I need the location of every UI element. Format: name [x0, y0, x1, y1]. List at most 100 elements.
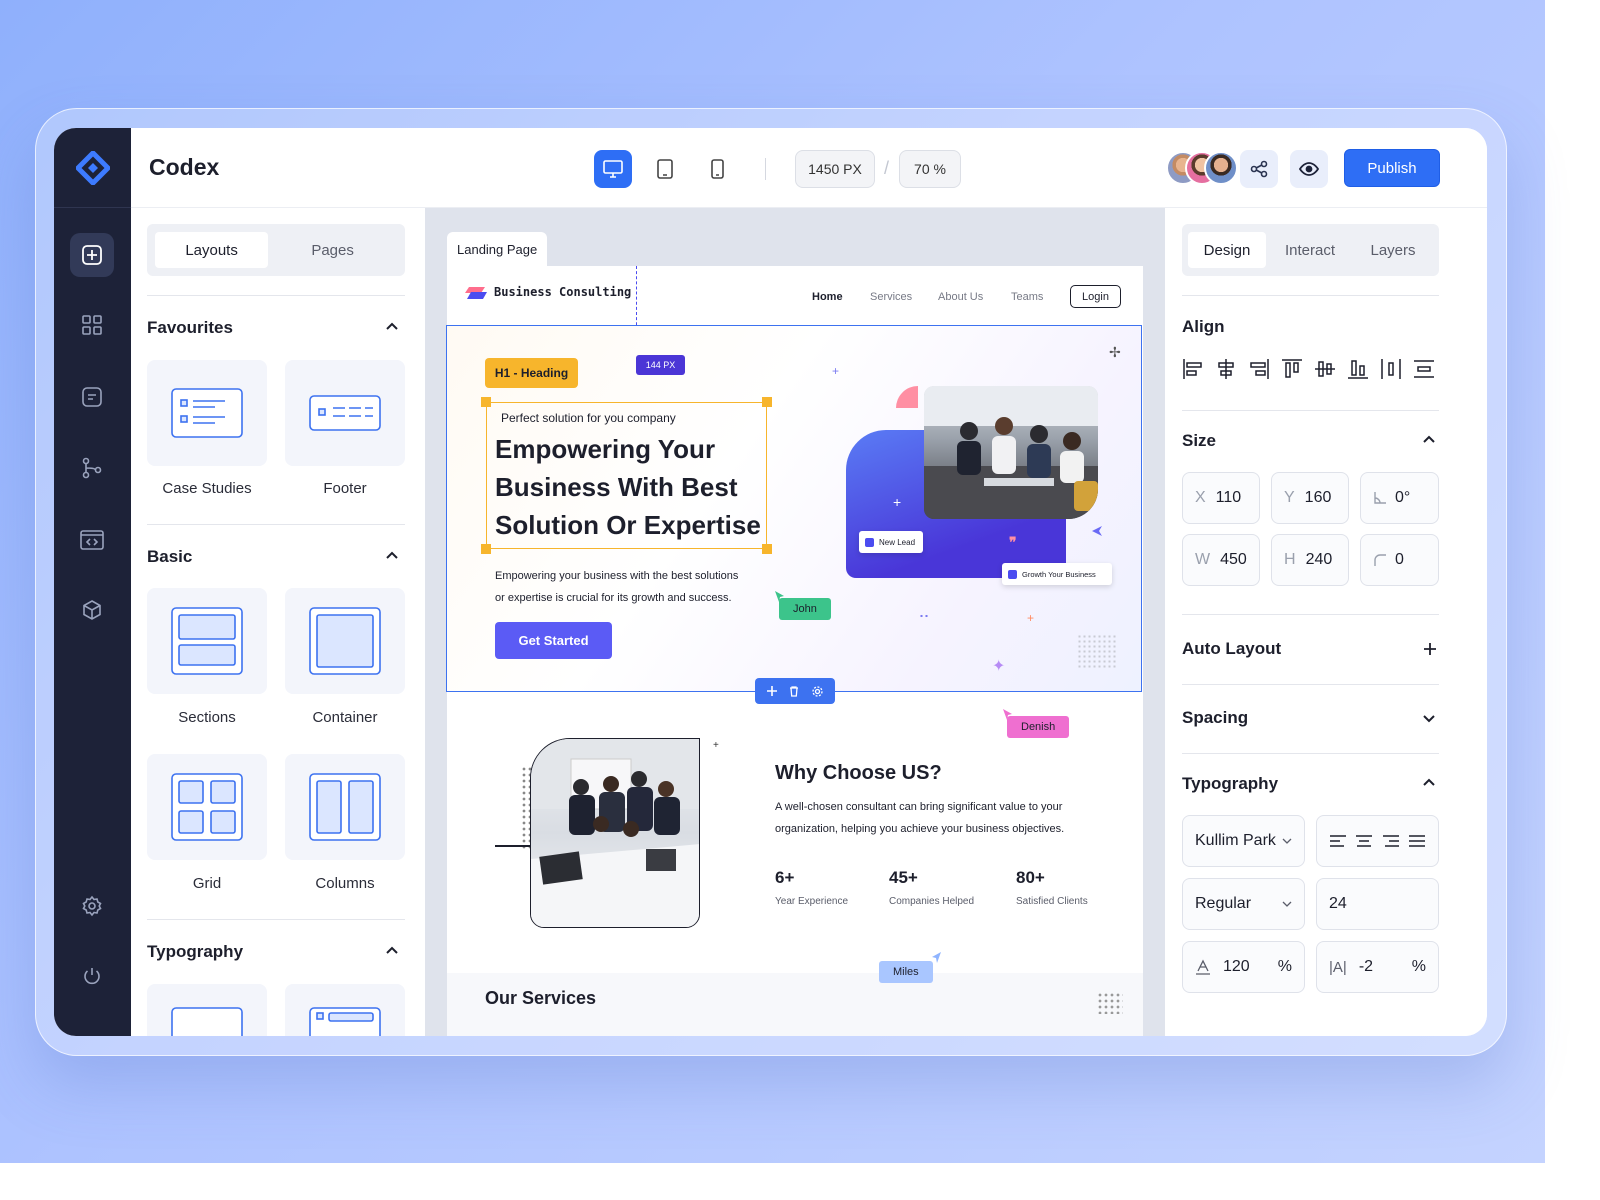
grid-tile[interactable] — [147, 754, 267, 860]
chevron-up-icon[interactable] — [385, 320, 399, 334]
sections-label: Sections — [178, 709, 236, 726]
logo-icon[interactable] — [54, 128, 131, 208]
x-field[interactable]: X 110 — [1182, 472, 1260, 524]
typography-title: Typography — [147, 942, 244, 961]
sections-tile[interactable] — [147, 588, 267, 694]
align-toolbar — [1182, 358, 1442, 384]
align-left-icon[interactable] — [1182, 358, 1204, 380]
typography-tile[interactable] — [285, 984, 405, 1036]
sparkle-icon: ✢ — [1109, 344, 1121, 360]
code-icon[interactable] — [70, 518, 114, 562]
sparkle-icon: + — [893, 494, 902, 510]
grid-label: Grid — [192, 875, 222, 892]
y-field[interactable]: Y 160 — [1271, 472, 1349, 524]
nav-home[interactable]: Home — [812, 291, 843, 303]
resize-handle[interactable] — [762, 544, 772, 554]
distribute-horizontal-icon[interactable] — [1380, 358, 1402, 380]
align-middle-icon[interactable] — [1314, 358, 1336, 380]
collaborator-avatars[interactable] — [1166, 151, 1238, 185]
notes-icon[interactable] — [70, 375, 114, 419]
resize-handle[interactable] — [481, 544, 491, 554]
font-weight-select[interactable]: Regular — [1182, 878, 1305, 930]
unit-label: % — [1277, 958, 1292, 975]
power-icon[interactable] — [70, 954, 114, 998]
tab-design[interactable]: Design — [1188, 232, 1266, 268]
nav-services[interactable]: Services — [870, 291, 912, 303]
line-height-input[interactable]: 120 % — [1182, 941, 1305, 993]
hero-heading-line: Business With Best — [495, 472, 738, 502]
spacing-tag: 144 PX — [636, 355, 685, 375]
avatar[interactable] — [1204, 151, 1238, 185]
trash-icon[interactable] — [789, 685, 799, 697]
font-family-select[interactable]: Kullim Park — [1182, 815, 1305, 867]
resize-handle[interactable] — [481, 397, 491, 407]
h-value: 240 — [1305, 551, 1333, 568]
cube-icon[interactable] — [70, 588, 114, 632]
align-center-icon[interactable] — [1215, 358, 1237, 380]
chevron-up-icon[interactable] — [1422, 776, 1436, 790]
container-tile[interactable] — [285, 588, 405, 694]
case-studies-tile[interactable] — [147, 360, 267, 466]
align-right-icon[interactable] — [1248, 358, 1270, 380]
branch-icon[interactable] — [70, 446, 114, 490]
mobile-view-icon[interactable] — [698, 150, 736, 188]
settings-icon[interactable] — [70, 884, 114, 928]
unit-label: % — [1411, 958, 1426, 975]
canvas: Landing Page Business Consulting Home Se… — [425, 208, 1165, 1036]
columns-tile[interactable] — [285, 754, 405, 860]
typography-tile[interactable] — [147, 984, 267, 1036]
share-icon[interactable] — [1240, 150, 1278, 188]
zoom-input[interactable]: 70 % — [899, 150, 961, 188]
add-auto-layout-icon[interactable] — [1423, 642, 1437, 656]
distribute-vertical-icon[interactable] — [1413, 358, 1435, 380]
letter-spacing-input[interactable]: |A| -2 % — [1316, 941, 1439, 993]
chevron-up-icon[interactable] — [385, 549, 399, 563]
radius-field[interactable]: 0 — [1360, 534, 1439, 586]
decorative-triangle — [1092, 526, 1102, 536]
rotation-field[interactable]: 0° — [1360, 472, 1439, 524]
services-title[interactable]: Our Services — [485, 988, 596, 1009]
hero-section[interactable]: H1 - Heading 144 PX Perfect solution for… — [446, 325, 1142, 704]
chevron-up-icon[interactable] — [1422, 433, 1436, 447]
page-tab[interactable]: Landing Page — [447, 232, 548, 266]
quote-icon: ❞ — [1009, 534, 1017, 550]
chevron-up-icon[interactable] — [385, 944, 399, 958]
tab-interact[interactable]: Interact — [1266, 232, 1354, 268]
tab-layers[interactable]: Layers — [1354, 232, 1432, 268]
add-icon[interactable] — [767, 686, 778, 696]
add-element-icon[interactable] — [70, 233, 114, 277]
desktop-view-icon[interactable] — [594, 150, 632, 188]
tablet-view-icon[interactable] — [646, 150, 684, 188]
settings-icon[interactable] — [812, 685, 823, 697]
width-input[interactable]: 1450 PX — [795, 150, 875, 188]
footer-label: Footer — [323, 480, 367, 497]
preview-eye-icon[interactable] — [1290, 150, 1328, 188]
login-button[interactable]: Login — [1070, 285, 1121, 308]
footer-tile[interactable] — [285, 360, 405, 466]
font-size-input[interactable]: 24 — [1316, 878, 1439, 930]
chevron-down-icon[interactable] — [1422, 711, 1436, 725]
text-align-right-icon[interactable] — [1382, 835, 1399, 847]
nav-about[interactable]: About Us — [938, 291, 983, 303]
cursor-john: John — [779, 598, 831, 620]
text-align-center-icon[interactable] — [1356, 835, 1373, 847]
text-justify-icon[interactable] — [1408, 835, 1425, 847]
favourites-title: Favourites — [147, 318, 233, 337]
new-lead-label: New Lead — [879, 537, 916, 547]
align-bottom-icon[interactable] — [1347, 358, 1369, 380]
components-icon[interactable] — [70, 303, 114, 347]
office-photo-art — [531, 739, 699, 927]
height-field[interactable]: H 240 — [1271, 534, 1349, 586]
why-title[interactable]: Why Choose US? — [775, 762, 942, 785]
resize-handle[interactable] — [762, 397, 772, 407]
nav-teams[interactable]: Teams — [1011, 291, 1043, 303]
tab-pages[interactable]: Pages — [268, 232, 397, 268]
align-top-icon[interactable] — [1281, 358, 1303, 380]
publish-button[interactable]: Publish — [1344, 149, 1440, 187]
width-field[interactable]: W 450 — [1182, 534, 1260, 586]
text-align-left-icon[interactable] — [1330, 835, 1347, 847]
basic-title: Basic — [147, 547, 193, 566]
hero-heading[interactable]: Empowering Your Business With Best Solut… — [495, 430, 761, 544]
tab-layouts[interactable]: Layouts — [155, 232, 269, 268]
get-started-button[interactable]: Get Started — [495, 622, 612, 659]
